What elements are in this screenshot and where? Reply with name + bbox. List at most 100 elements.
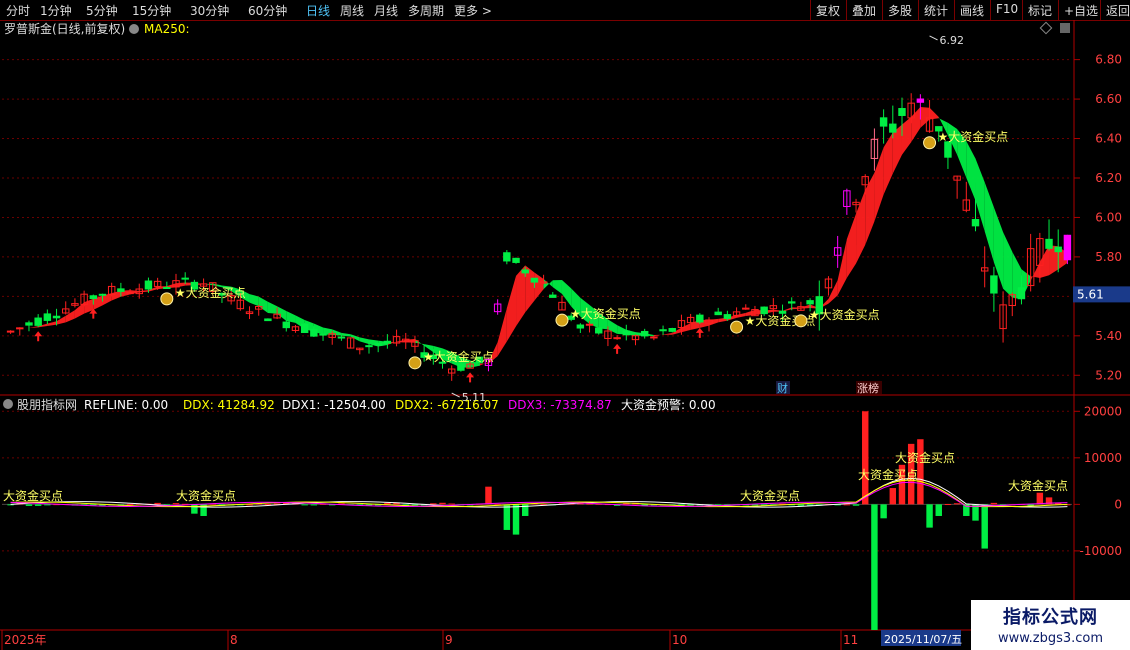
candle-body (374, 343, 382, 346)
buy-point-label: ★大资金买点 (938, 129, 1009, 144)
toolbar-item-6[interactable]: 日线 (306, 2, 330, 19)
toolbar-right-item-7[interactable]: +自选 (1064, 2, 1098, 19)
candle-body (1054, 246, 1062, 253)
watermark-title: 指标公式网 (1003, 607, 1098, 628)
ddx-bar (439, 502, 446, 505)
x-axis-label: 9 (445, 633, 453, 647)
chevron-down-icon (3, 399, 13, 409)
toolbar-item-3[interactable]: 15分钟 (132, 2, 171, 19)
ma-ribbon-segment (506, 275, 517, 342)
ddx-bar (871, 504, 878, 630)
candle-body (337, 336, 346, 339)
candle-body (52, 315, 61, 319)
toolbar-right-item-6[interactable]: 标记 (1028, 2, 1052, 19)
main-y-tick-label: 6.40 (1095, 132, 1122, 146)
ma-ribbon-segment (984, 182, 994, 263)
candle-body (310, 328, 318, 337)
ddx-bar (430, 503, 437, 505)
candle-body (806, 300, 814, 305)
ddx-bar (797, 504, 805, 506)
sub-indicator-value: DDX1: -12504.00 (282, 398, 386, 412)
x-axis-label: 10 (672, 633, 687, 647)
candle-body (319, 333, 327, 336)
buy-point-label: ★大资金买点 (570, 306, 641, 321)
chevron-down-icon (129, 24, 139, 34)
ma-ribbon-segment (1003, 232, 1013, 298)
main-y-tick-label: 6.60 (1095, 92, 1122, 106)
sub-indicator-value: DDX2: -67216.07 (395, 398, 499, 412)
toolbar-right-item-2[interactable]: 多股 (888, 2, 912, 19)
main-y-tick-label: 5.40 (1095, 329, 1122, 343)
toolbar-right-item-4[interactable]: 画线 (960, 2, 984, 19)
ma-ribbon-segment (267, 301, 278, 314)
cursor-date-text: 2025/11/07/五 (884, 633, 962, 646)
toolbar-item-9[interactable]: 多周期 (408, 2, 444, 19)
ma-ribbon-segment (543, 278, 553, 290)
toolbar-item-7[interactable]: 周线 (340, 2, 364, 19)
candle-body (576, 324, 585, 329)
toolbar-item-8[interactable]: 月线 (374, 2, 398, 19)
candle-body (98, 293, 107, 296)
ddx-bar (25, 504, 33, 506)
toolbar-item-2[interactable]: 5分钟 (86, 2, 118, 19)
ma-ribbon-segment (920, 106, 930, 128)
panel-toggle-icon (1060, 23, 1070, 33)
ddx-bar (944, 504, 952, 506)
buy-point-label: ★大资金买点 (809, 307, 880, 322)
ma-ribbon-segment (865, 172, 875, 245)
ma-ribbon-segment (28, 326, 39, 329)
ddx-bar (448, 503, 455, 505)
candle-body (622, 330, 631, 336)
toolbar-right-item-0[interactable]: 复权 (816, 2, 840, 19)
candle-body (742, 307, 750, 310)
sub-y-tick-label: 20000 (1084, 404, 1122, 418)
candle-body (650, 336, 658, 339)
ddx-bar (1036, 492, 1044, 505)
candle-body (1045, 238, 1053, 249)
money-bag-icon (160, 292, 174, 306)
up-arrow-icon (34, 331, 43, 342)
ddx-bar (384, 502, 391, 505)
toolbar-item-5[interactable]: 60分钟 (248, 2, 287, 19)
main-y-tick-label: 5.80 (1095, 250, 1122, 264)
stock-chart[interactable]: 5.205.405.605.806.006.206.406.606.80-100… (0, 20, 1130, 650)
toolbar-right-item-5[interactable]: F10 (996, 2, 1018, 16)
candle-body (503, 252, 511, 262)
candle-body (971, 219, 980, 227)
candle-body (898, 108, 906, 116)
ddx-bar (880, 504, 887, 519)
toolbar-right-item-8[interactable]: 返回 (1106, 2, 1130, 19)
buy-point-label: ★大资金买点 (423, 349, 494, 364)
candle-body (585, 323, 594, 326)
ma-ribbon-segment (1030, 261, 1040, 281)
ma-ribbon-segment (111, 290, 121, 301)
candle-body (383, 340, 392, 344)
candle-body (365, 345, 373, 348)
ma-ribbon-segment (414, 338, 425, 346)
ma-ribbon-segment (846, 213, 857, 278)
candle-body (1017, 287, 1026, 300)
candle-body (89, 295, 98, 300)
x-axis-label: 2025年 (4, 633, 47, 647)
toolbar-item-4[interactable]: 30分钟 (190, 2, 229, 19)
candle-body (714, 311, 722, 316)
main-chart-title: 罗普斯金(日线,前复权) (4, 21, 125, 36)
ddx-bar (411, 504, 419, 506)
candle-body (512, 257, 520, 263)
toolbar-separator (954, 0, 955, 20)
toolbar-right-item-3[interactable]: 统计 (924, 2, 948, 19)
sub-buy-label: 大资金买点 (858, 467, 918, 482)
ma-ribbon-segment (359, 337, 369, 345)
ddx-bar (44, 504, 51, 506)
ma-ribbon-segment (791, 307, 801, 310)
ddx-bar (172, 503, 180, 505)
toolbar-item-10[interactable]: 更多 > (454, 2, 492, 19)
main-y-tick-label: 6.00 (1095, 210, 1122, 224)
ma-ribbon-segment (911, 106, 921, 143)
toolbar-right-item-1[interactable]: 叠加 (852, 2, 876, 19)
toolbar-item-0[interactable]: 分时 (6, 2, 30, 19)
toolbar-item-1[interactable]: 1分钟 (40, 2, 72, 19)
ddx-bar (843, 504, 851, 506)
ma-ribbon-segment (47, 321, 57, 326)
high-price-label: 6.92 (940, 34, 965, 47)
